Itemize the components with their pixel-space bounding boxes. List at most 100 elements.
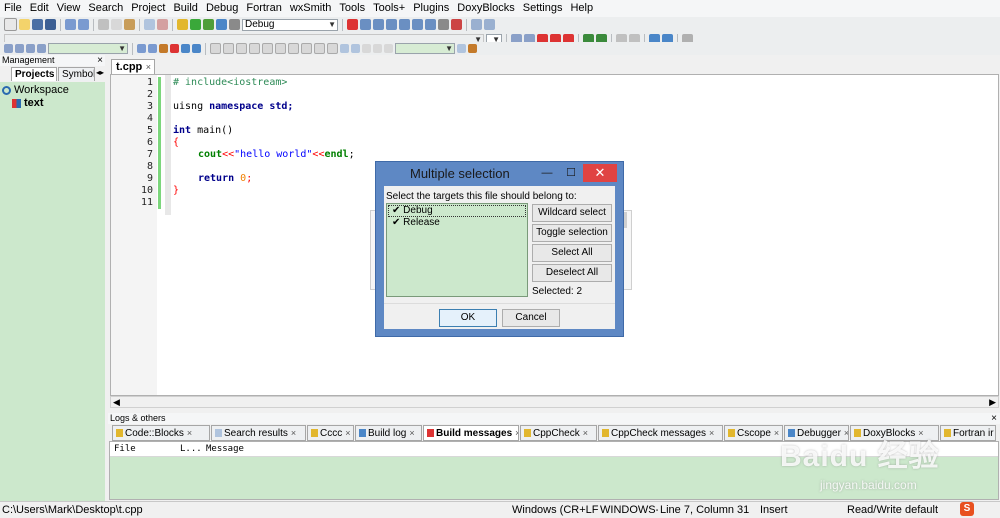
record-icon[interactable] <box>15 44 24 53</box>
tab-debugger[interactable]: Debugger × <box>784 425 849 441</box>
layout-3-icon[interactable] <box>236 43 247 54</box>
close-icon[interactable]: × <box>709 428 714 438</box>
scroll-right-icon[interactable]: ▶ <box>989 397 996 407</box>
close-icon[interactable]: × <box>991 413 997 424</box>
targets-checklist[interactable]: ✔ Debug ✔ Release <box>386 203 528 297</box>
copy-icon[interactable] <box>111 19 122 30</box>
tab-cscope[interactable]: Cscope × <box>724 425 783 441</box>
debug-start-icon[interactable] <box>347 19 358 30</box>
abort-icon[interactable] <box>229 19 240 30</box>
redo-icon[interactable] <box>78 19 89 30</box>
stop-debugger-icon[interactable] <box>451 19 462 30</box>
close-icon[interactable]: × <box>918 428 923 438</box>
close-icon[interactable]: × <box>345 428 350 438</box>
tab-code-blocks[interactable]: Code::Blocks × <box>112 425 210 441</box>
break-debugger-icon[interactable] <box>438 19 449 30</box>
column-file[interactable]: File <box>114 442 136 456</box>
layout-2-icon[interactable] <box>223 43 234 54</box>
tab-projects[interactable]: Projects <box>11 67 57 81</box>
screen-icon[interactable] <box>362 44 371 53</box>
close-icon[interactable]: × <box>774 428 779 438</box>
prev-icon[interactable] <box>4 44 13 53</box>
zoom-in-icon[interactable] <box>340 44 349 53</box>
save-all-icon[interactable] <box>45 19 56 30</box>
cut-icon[interactable] <box>98 19 109 30</box>
compile-icon[interactable] <box>192 44 201 53</box>
wxsmith-class-select[interactable]: ▼ <box>48 43 128 54</box>
layout-1-icon[interactable] <box>210 43 221 54</box>
next-line-icon[interactable] <box>373 19 384 30</box>
select-all-button[interactable]: Select All <box>532 244 612 262</box>
close-icon[interactable]: × <box>146 60 151 74</box>
s-icon[interactable] <box>373 44 382 53</box>
find-icon[interactable] <box>144 19 155 30</box>
menu-edit[interactable]: Edit <box>26 0 53 17</box>
rebuild-icon[interactable] <box>216 19 227 30</box>
tab-scroll-icon[interactable]: ◂▸ <box>96 68 104 77</box>
tab-cppcheck-messages[interactable]: CppCheck messages × <box>598 425 723 441</box>
tree-workspace[interactable]: Workspace <box>2 84 69 97</box>
column-message[interactable]: Message <box>206 442 244 456</box>
close-icon[interactable]: × <box>409 428 414 438</box>
target-item-release[interactable]: ✔ Release <box>388 217 526 229</box>
zoom-out-icon[interactable] <box>351 44 360 53</box>
tab-cccc[interactable]: Cccc × <box>307 425 354 441</box>
menu-tools[interactable]: Tools <box>335 0 369 17</box>
editor-horizontal-scrollbar[interactable]: ◀ ▶ <box>110 396 999 408</box>
pencil-icon[interactable] <box>159 44 168 53</box>
symbol-select[interactable]: ▼ <box>395 43 455 54</box>
wildcard-select-button[interactable]: Wildcard select <box>532 204 612 222</box>
step-out-icon[interactable] <box>399 19 410 30</box>
close-icon[interactable]: × <box>291 428 296 438</box>
tool-icon[interactable] <box>181 44 190 53</box>
menu-file[interactable]: File <box>0 0 26 17</box>
next-instruction-icon[interactable] <box>412 19 423 30</box>
step-into-instruction-icon[interactable] <box>425 19 436 30</box>
step-into-icon[interactable] <box>386 19 397 30</box>
menu-plugins[interactable]: Plugins <box>409 0 453 17</box>
tab-doxyblocks[interactable]: DoxyBlocks × <box>850 425 939 441</box>
c-icon[interactable] <box>384 44 393 53</box>
save-icon[interactable] <box>32 19 43 30</box>
new-file-icon[interactable] <box>4 18 17 31</box>
layout-7-icon[interactable] <box>288 43 299 54</box>
close-icon[interactable]: × <box>97 55 103 66</box>
tab-t-cpp[interactable]: t.cpp × <box>111 59 155 74</box>
target-item-debug[interactable]: ✔ Debug <box>388 205 526 217</box>
menu-doxyblocks[interactable]: DoxyBlocks <box>453 0 518 17</box>
close-icon[interactable]: × <box>515 428 518 438</box>
layout-8-icon[interactable] <box>301 43 312 54</box>
menu-tools-plus[interactable]: Tools+ <box>369 0 409 17</box>
tab-symbols[interactable]: Symbols <box>58 67 95 81</box>
open-folder-icon[interactable] <box>19 19 30 30</box>
menu-help[interactable]: Help <box>566 0 597 17</box>
build-target-select[interactable]: Debug ▼ <box>242 18 338 31</box>
menu-debug[interactable]: Debug <box>202 0 242 17</box>
layout-10-icon[interactable] <box>327 43 338 54</box>
checkmark-icon[interactable]: ✔ <box>392 205 400 216</box>
close-icon[interactable]: × <box>844 428 848 438</box>
ok-button[interactable]: OK <box>439 309 497 327</box>
close-icon[interactable]: × <box>583 428 588 438</box>
layout-4-icon[interactable] <box>249 43 260 54</box>
close-icon[interactable]: × <box>187 428 192 438</box>
tab-build-messages[interactable]: Build messages× <box>423 425 519 441</box>
toggle-selection-button[interactable]: Toggle selection <box>532 224 612 242</box>
run-icon[interactable] <box>190 19 201 30</box>
column-line[interactable]: L... <box>180 442 202 456</box>
run-to-cursor-icon[interactable] <box>360 19 371 30</box>
replace-icon[interactable] <box>157 19 168 30</box>
menu-view[interactable]: View <box>53 0 85 17</box>
tab-build-log[interactable]: Build log × <box>355 425 422 441</box>
tab-fortran[interactable]: Fortran ir <box>940 425 996 441</box>
nav-forward-icon[interactable] <box>148 44 157 53</box>
tree-project[interactable]: text <box>12 97 44 110</box>
paste-icon[interactable] <box>124 19 135 30</box>
debug-windows-icon[interactable] <box>471 19 482 30</box>
layout-9-icon[interactable] <box>314 43 325 54</box>
layout-6-icon[interactable] <box>275 43 286 54</box>
highlight-icon[interactable] <box>170 44 179 53</box>
menu-build[interactable]: Build <box>169 0 201 17</box>
maximize-icon[interactable]: ☐ <box>560 164 582 182</box>
debug-info-icon[interactable] <box>484 19 495 30</box>
